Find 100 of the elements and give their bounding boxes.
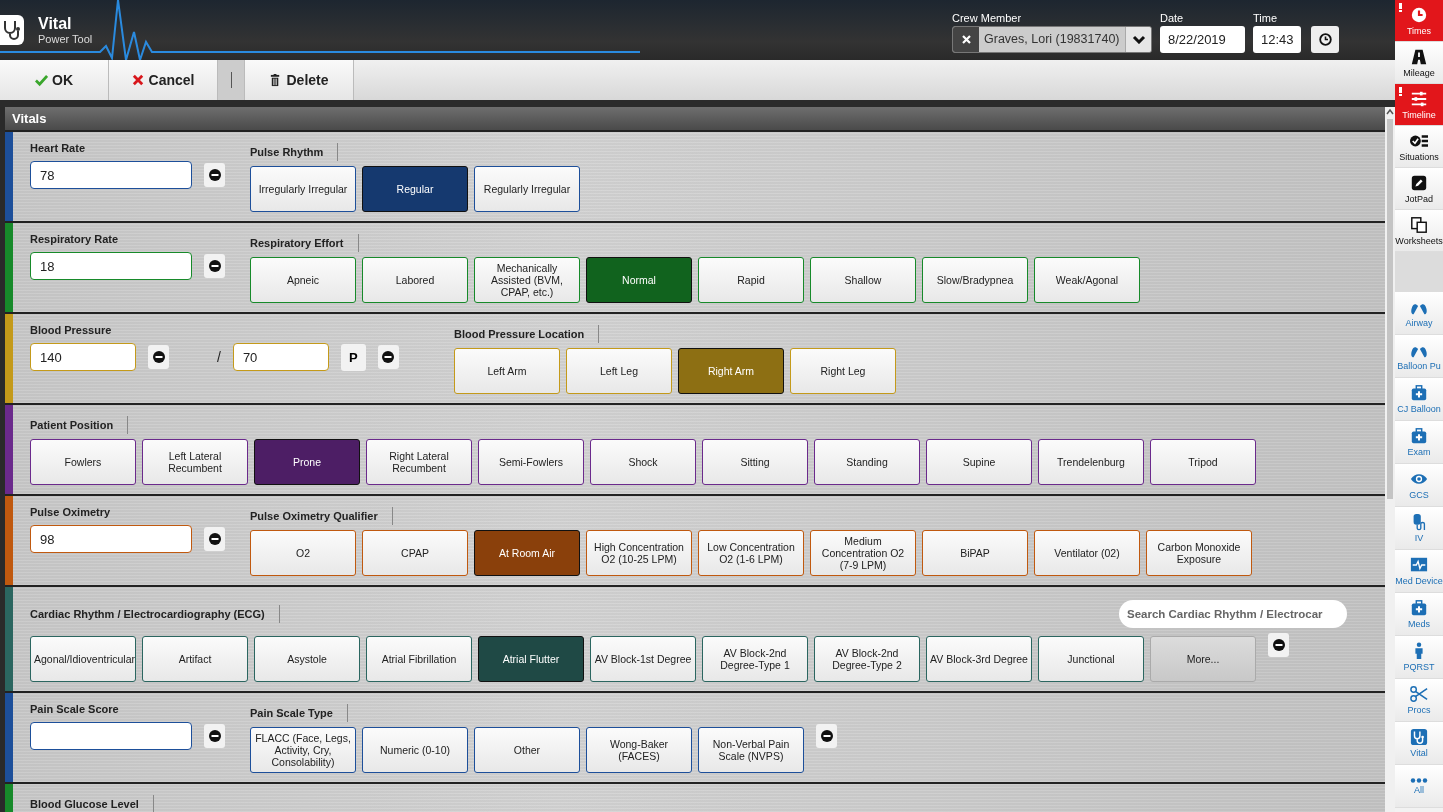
option-button[interactable]: Regular — [362, 166, 468, 212]
option-button[interactable]: Standing — [814, 439, 920, 485]
option-button[interactable]: Artifact — [142, 636, 248, 682]
number-field[interactable]: 78 — [30, 161, 192, 189]
option-button[interactable]: Non-Verbal Pain Scale (NVPS) — [698, 727, 804, 773]
option-button[interactable]: Prone — [254, 439, 360, 485]
option-button[interactable]: AV Block-3rd Degree — [926, 636, 1032, 682]
sidebar-item[interactable]: All — [1395, 765, 1443, 808]
option-button[interactable]: O2 — [250, 530, 356, 576]
option-button[interactable]: At Room Air — [474, 530, 580, 576]
option-button[interactable]: Low Concentration O2 (1-6 LPM) — [698, 530, 804, 576]
sidebar-item[interactable]: Balloon Pu — [1395, 335, 1443, 378]
option-button[interactable]: Junctional — [1038, 636, 1144, 682]
option-button[interactable]: Right Lateral Recumbent — [366, 439, 472, 485]
option-button[interactable]: Apneic — [250, 257, 356, 303]
option-button[interactable]: Left Arm — [454, 348, 560, 394]
clear-button[interactable] — [1268, 633, 1289, 657]
sidebar-item[interactable]: GCS — [1395, 464, 1443, 507]
option-button[interactable]: Irregularly Irregular — [250, 166, 356, 212]
clear-button[interactable] — [204, 527, 225, 551]
sidebar-item[interactable]: PQRST — [1395, 636, 1443, 679]
date-field[interactable]: 8/22/2019 — [1160, 25, 1245, 53]
section-heading: Respiratory Effort — [250, 233, 359, 252]
number-field[interactable] — [30, 722, 192, 750]
sidebar-item[interactable]: Mileage — [1395, 42, 1443, 84]
clear-button[interactable] — [377, 345, 399, 369]
option-button[interactable]: Wong-Baker (FACES) — [586, 727, 692, 773]
option-button[interactable]: Left Leg — [566, 348, 672, 394]
option-button[interactable]: Other — [474, 727, 580, 773]
cancel-button[interactable]: Cancel — [109, 60, 218, 100]
time-field[interactable]: 12:43 — [1253, 25, 1301, 53]
number-field[interactable]: 18 — [30, 252, 192, 280]
option-button[interactable]: Supine — [926, 439, 1032, 485]
option-button[interactable]: Carbon Monoxide Exposure — [1146, 530, 1252, 576]
clear-button[interactable] — [816, 724, 837, 748]
crew-member-dropdown[interactable]: Graves, Lori (19831740) — [952, 25, 1152, 53]
option-button[interactable]: AV Block-2nd Degree-Type 2 — [814, 636, 920, 682]
option-button[interactable]: Ventilator (02) — [1034, 530, 1140, 576]
option-button[interactable]: High Concentration O2 (10-25 LPM) — [586, 530, 692, 576]
sidebar-background — [1395, 252, 1443, 292]
sidebar-item[interactable]: Airway — [1395, 292, 1443, 335]
option-button[interactable]: AV Block-1st Degree — [590, 636, 696, 682]
sidebar-item[interactable]: Exam — [1395, 421, 1443, 464]
option-button[interactable]: AV Block-2nd Degree-Type 1 — [702, 636, 808, 682]
sidebar-item[interactable]: Worksheets — [1395, 210, 1443, 252]
stethoscope-icon — [1410, 728, 1428, 746]
ok-button[interactable]: OK — [0, 60, 109, 100]
clock-button[interactable] — [1311, 25, 1339, 53]
option-button[interactable]: Right Leg — [790, 348, 896, 394]
clear-button[interactable] — [204, 163, 225, 187]
option-button[interactable]: Weak/Agonal — [1034, 257, 1140, 303]
option-button[interactable]: Semi-Fowlers — [478, 439, 584, 485]
option-button[interactable]: Trendelenburg — [1038, 439, 1144, 485]
scrollbar[interactable] — [1385, 107, 1395, 812]
option-button[interactable]: Regularly Irregular — [474, 166, 580, 212]
option-button[interactable]: Agonal/Idioventricular — [30, 636, 136, 682]
option-button[interactable]: Slow/Bradypnea — [922, 257, 1028, 303]
method-button[interactable]: P — [340, 343, 366, 371]
option-button[interactable]: CPAP — [362, 530, 468, 576]
more-button[interactable]: More... — [1150, 636, 1256, 682]
option-button[interactable]: Atrial Fibrillation — [366, 636, 472, 682]
systolic-field[interactable]: 140 — [30, 343, 136, 371]
clear-button[interactable] — [204, 254, 225, 278]
option-button[interactable]: Fowlers — [30, 439, 136, 485]
section-heading: Cardiac Rhythm / Electrocardiography (ECG) — [30, 605, 280, 623]
sidebar-item[interactable]: CJ Balloon — [1395, 378, 1443, 421]
option-button[interactable]: Left Lateral Recumbent — [142, 439, 248, 485]
option-button[interactable]: Right Arm — [678, 348, 784, 394]
sidebar-item[interactable]: Situations — [1395, 126, 1443, 168]
sidebar-item[interactable]: Med Device — [1395, 550, 1443, 593]
section-heading: Pulse Oximetry Qualifier — [250, 506, 393, 525]
sidebar-item[interactable]: Timeline — [1395, 84, 1443, 126]
clear-button[interactable] — [148, 345, 169, 369]
diastolic-field[interactable]: 70 — [232, 343, 329, 371]
option-button[interactable]: Normal — [586, 257, 692, 303]
option-button[interactable]: Asystole — [254, 636, 360, 682]
option-button[interactable]: Numeric (0-10) — [362, 727, 468, 773]
option-button[interactable]: Mechanically Assisted (BVM, CPAP, etc.) — [474, 257, 580, 303]
sidebar-item[interactable]: IV — [1395, 507, 1443, 550]
sidebar-item[interactable]: Times — [1395, 0, 1443, 42]
clear-button[interactable] — [204, 724, 225, 748]
option-button[interactable]: FLACC (Face, Legs, Activity, Cry, Consolability) — [250, 727, 356, 773]
dropdown-button[interactable] — [1125, 26, 1151, 52]
option-button[interactable]: Sitting — [702, 439, 808, 485]
number-field[interactable]: 98 — [30, 525, 192, 553]
option-button[interactable]: Atrial Flutter — [478, 636, 584, 682]
sidebar-item[interactable]: Meds — [1395, 593, 1443, 636]
option-button[interactable]: Tripod — [1150, 439, 1256, 485]
sidebar-item[interactable]: Vital — [1395, 722, 1443, 765]
delete-button[interactable]: Delete — [245, 60, 354, 100]
option-button[interactable]: Shock — [590, 439, 696, 485]
clear-button[interactable] — [953, 26, 979, 52]
sidebar-item[interactable]: Procs — [1395, 679, 1443, 722]
sidebar-item[interactable]: JotPad — [1395, 168, 1443, 210]
search-field[interactable]: Search Cardiac Rhythm / Electrocar — [1119, 600, 1347, 628]
option-button[interactable]: Labored — [362, 257, 468, 303]
option-button[interactable]: Shallow — [810, 257, 916, 303]
option-button[interactable]: Rapid — [698, 257, 804, 303]
option-button[interactable]: BiPAP — [922, 530, 1028, 576]
option-button[interactable]: Medium Concentration O2 (7-9 LPM) — [810, 530, 916, 576]
